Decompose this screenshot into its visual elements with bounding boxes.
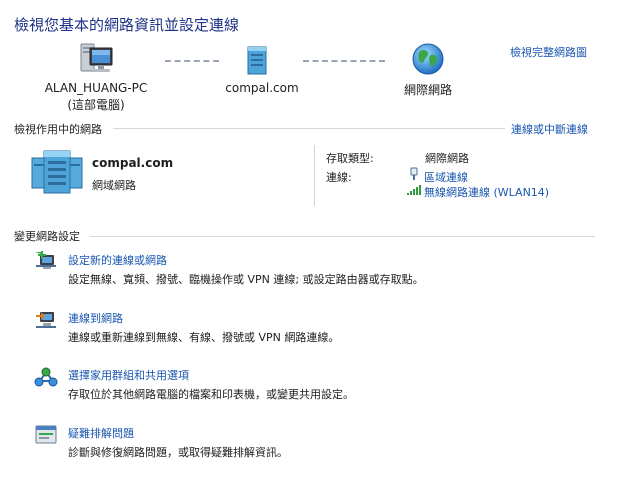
domain-network-large-icon: [30, 148, 86, 196]
task-troubleshoot-link[interactable]: 疑難排解問題: [68, 425, 134, 441]
task-homegroup-link[interactable]: 選擇家用群組和共用選項: [68, 367, 189, 383]
wireless-signal-icon: [406, 184, 422, 196]
computer-subtitle: (這部電腦): [67, 98, 125, 112]
new-connection-icon: [34, 251, 58, 273]
map-connector-2: [303, 60, 385, 62]
task-connect-network-link[interactable]: 連線到網路: [68, 310, 123, 326]
task-homegroup-desc: 存取位於其他網路電腦的檔案和印表機，或變更共用設定。: [68, 388, 354, 401]
internet-label: 網際網路: [403, 83, 452, 97]
wireless-connection-link[interactable]: 無線網路連線 (WLAN14): [424, 184, 549, 200]
connections-label: 連線:: [326, 171, 352, 184]
view-full-map-link[interactable]: 檢視完整網路圖: [510, 44, 587, 60]
active-network-type: 網域網路: [92, 179, 136, 192]
computer-icon[interactable]: [80, 42, 114, 76]
access-type-value: 網際網路: [425, 152, 469, 165]
task-setup-connection-desc: 設定無線、寬頻、撥號、臨機操作或 VPN 連線; 或設定路由器或存取點。: [68, 273, 424, 286]
domain-network-icon[interactable]: [246, 44, 268, 76]
vertical-divider: [314, 145, 315, 206]
local-area-connection-link[interactable]: 區域連線: [424, 169, 468, 185]
troubleshoot-icon: [34, 424, 58, 446]
page-title: 檢視您基本的網路資訊並設定連線: [14, 16, 240, 34]
active-networks-divider: [113, 128, 505, 129]
map-connector-1: [165, 60, 219, 62]
task-setup-connection-link[interactable]: 設定新的連線或網路: [68, 252, 167, 268]
network-map-name: compal.com: [225, 81, 299, 95]
computer-name: ALAN_HUANG-PC: [44, 81, 148, 95]
active-network-name: compal.com: [92, 156, 174, 170]
connect-disconnect-link[interactable]: 連線或中斷連線: [511, 121, 588, 137]
active-networks-title: 檢視作用中的網路: [14, 123, 102, 136]
connect-network-icon: [34, 309, 58, 331]
access-type-label: 存取類型:: [326, 152, 374, 165]
task-connect-network-desc: 連線或重新連線到無線、有線、撥號或 VPN 網路連線。: [68, 331, 340, 344]
ethernet-icon: [408, 167, 420, 181]
task-troubleshoot-desc: 診斷與修復網路問題，或取得疑難排解資訊。: [68, 446, 288, 459]
internet-globe-icon[interactable]: [411, 42, 445, 76]
change-settings-title: 變更網路設定: [14, 230, 80, 243]
change-settings-divider: [90, 236, 595, 237]
homegroup-icon: [34, 366, 58, 388]
